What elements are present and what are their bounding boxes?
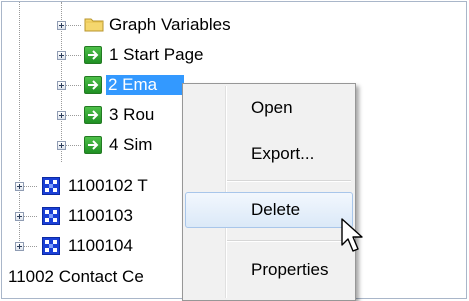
expand-icon[interactable] (15, 242, 24, 251)
menu-item-label: Open (251, 98, 293, 117)
green-arrow-icon (84, 46, 102, 64)
tree-item-label: 3 Rou (109, 105, 155, 124)
tree-item-label: 2 Ema (106, 75, 184, 95)
menu-item-label: Properties (251, 260, 329, 279)
tree-item-label: 1100104 (68, 236, 133, 255)
context-menu: Open Export... Delete Properties (182, 83, 356, 301)
tree-item-label: 1100102 T (68, 176, 148, 195)
menu-item-open[interactable]: Open (185, 90, 353, 126)
menu-item-delete[interactable]: Delete (185, 192, 353, 228)
menu-separator (227, 240, 351, 242)
menu-item-properties[interactable]: Properties (185, 252, 353, 288)
mouse-pointer-icon (341, 218, 363, 252)
expand-icon[interactable] (57, 111, 66, 120)
expand-icon[interactable] (57, 21, 66, 30)
menu-item-label: Delete (251, 200, 301, 219)
blue-grid-icon (42, 237, 60, 255)
tree-item-label: 11002 Contact Ce (8, 267, 144, 286)
green-arrow-icon (84, 106, 102, 124)
tree-item-label: 1100103 (68, 206, 133, 225)
menu-item-label: Export... (251, 144, 315, 163)
tree-item-label: 4 Sim (109, 135, 153, 154)
blue-grid-icon (42, 207, 60, 225)
expand-icon[interactable] (15, 182, 24, 191)
tree-item-start-page[interactable]: 1 Start Page (2, 42, 466, 72)
tree-item-label: Graph Variables (109, 15, 231, 34)
expand-icon[interactable] (57, 51, 66, 60)
menu-separator (227, 180, 351, 182)
blue-grid-icon (42, 177, 60, 195)
green-arrow-icon (84, 136, 102, 154)
tree-item-graph-variables[interactable]: Graph Variables (2, 12, 466, 42)
tree-item-label: 1 Start Page (109, 45, 204, 64)
menu-item-export[interactable]: Export... (185, 136, 353, 172)
expand-icon[interactable] (57, 81, 66, 90)
expand-icon[interactable] (15, 212, 24, 221)
folder-icon (84, 18, 104, 32)
green-arrow-icon (84, 76, 102, 94)
expand-icon[interactable] (57, 141, 66, 150)
